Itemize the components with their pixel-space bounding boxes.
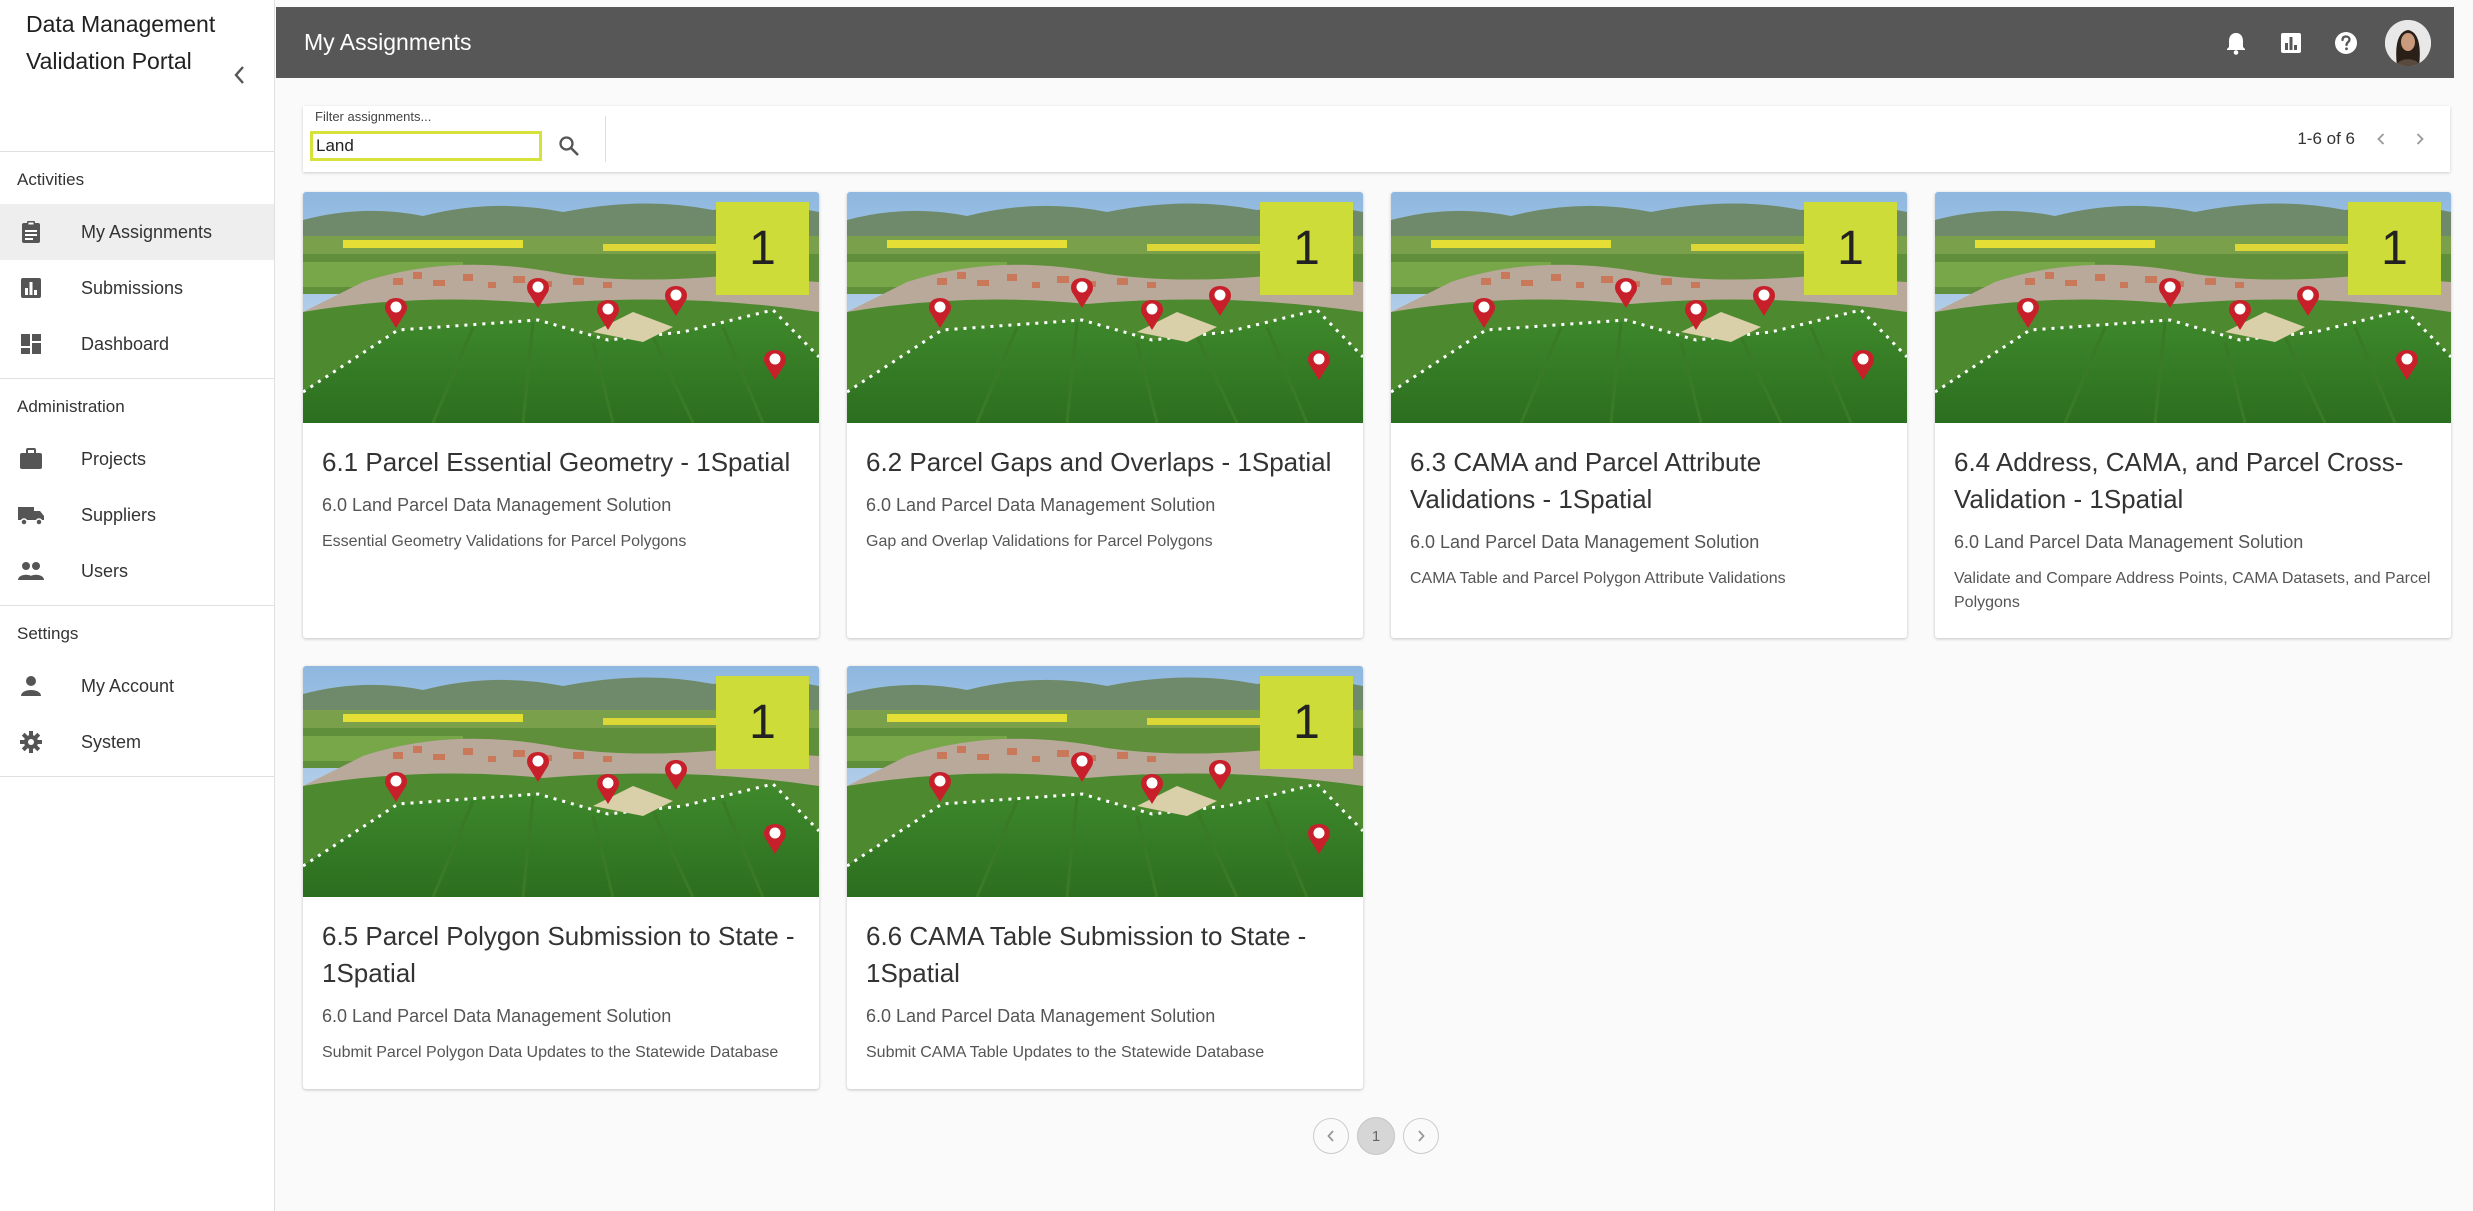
help-icon xyxy=(2335,31,2357,54)
sidebar-item-label: Dashboard xyxy=(81,333,170,354)
sidebar-item-system[interactable]: System xyxy=(0,714,274,770)
search-button[interactable] xyxy=(551,128,587,164)
brand-area: Data Management Validation Portal xyxy=(0,0,274,152)
sidebar-item-label: Users xyxy=(81,560,129,581)
top-bar-actions xyxy=(2218,7,2454,78)
chevron-right-icon xyxy=(1418,1130,1425,1142)
filter-bar: Filter assignments... 1-6 of 6 xyxy=(303,106,2450,172)
card-description: Submit CAMA Table Updates to the Statewi… xyxy=(866,1044,1265,1061)
bar-chart-icon xyxy=(2281,32,2301,53)
sidebar-item-label: Submissions xyxy=(81,277,184,298)
notifications-button[interactable] xyxy=(2218,25,2254,61)
assignment-card[interactable]: 1 6.6 CAMA Table Submission to State - 1… xyxy=(847,666,1363,1089)
bell-icon xyxy=(2227,32,2245,55)
assignment-card[interactable]: 1 6.1 Parcel Essential Geometry - 1Spati… xyxy=(303,192,819,638)
assignment-card[interactable]: 1 6.2 Parcel Gaps and Overlaps - 1Spatia… xyxy=(847,192,1363,638)
users-icon xyxy=(16,556,46,586)
card-image: 1 xyxy=(1935,192,2451,423)
dashboard-icon xyxy=(16,329,46,359)
sidebar-item-label: My Account xyxy=(81,675,175,696)
search-icon xyxy=(559,136,579,156)
count-badge: 1 xyxy=(2348,202,2441,295)
page-title: My Assignments xyxy=(304,29,472,55)
avatar-icon xyxy=(2385,19,2431,66)
sidebar: Data Management Validation Portal Activi… xyxy=(0,0,275,1211)
card-subtitle: 6.0 Land Parcel Data Management Solution xyxy=(1954,532,2304,552)
sidebar-item-dashboard[interactable]: Dashboard xyxy=(0,316,274,372)
card-title: 6.3 CAMA and Parcel Attribute Validation… xyxy=(1410,447,1762,514)
card-image: 1 xyxy=(1391,192,1907,423)
clipboard-icon xyxy=(16,217,46,247)
count-badge: 1 xyxy=(1804,202,1897,295)
card-image: 1 xyxy=(303,192,819,423)
reports-button[interactable] xyxy=(2273,25,2309,61)
card-title: 6.6 CAMA Table Submission to State - 1Sp… xyxy=(866,921,1307,988)
collapse-sidebar-button[interactable] xyxy=(226,64,252,90)
page-number-current[interactable]: 1 xyxy=(1357,1117,1395,1155)
sidebar-section-administration: Administration Projects Suppliers Users xyxy=(0,379,274,606)
card-subtitle: 6.0 Land Parcel Data Management Solution xyxy=(1410,532,1760,552)
sidebar-item-label: Projects xyxy=(81,448,147,469)
sidebar-section-activities: Activities My Assignments Submissions Da… xyxy=(0,152,274,379)
person-icon xyxy=(16,671,46,701)
divider xyxy=(605,116,606,162)
card-subtitle: 6.0 Land Parcel Data Management Solution xyxy=(866,1006,1216,1026)
previous-page-button[interactable] xyxy=(2368,126,2394,152)
app-title: Data Management Validation Portal xyxy=(26,11,216,74)
next-page-button[interactable] xyxy=(2407,126,2433,152)
count-badge: 1 xyxy=(1260,202,1353,295)
count-badge: 1 xyxy=(1260,676,1353,769)
chevron-left-icon xyxy=(234,66,244,84)
section-heading: Settings xyxy=(17,624,79,643)
pagination-range: 1-6 of 6 xyxy=(2297,129,2355,148)
card-description: Essential Geometry Validations for Parce… xyxy=(322,533,687,550)
card-image: 1 xyxy=(847,666,1363,897)
previous-page-button[interactable] xyxy=(1313,1118,1349,1154)
sidebar-item-projects[interactable]: Projects xyxy=(0,431,274,487)
next-page-button[interactable] xyxy=(1403,1118,1439,1154)
card-description: CAMA Table and Parcel Polygon Attribute … xyxy=(1410,570,1786,587)
section-heading: Activities xyxy=(17,170,85,189)
help-button[interactable] xyxy=(2328,25,2364,61)
filter-input[interactable] xyxy=(310,131,542,161)
card-image: 1 xyxy=(847,192,1363,423)
sidebar-item-suppliers[interactable]: Suppliers xyxy=(0,487,274,543)
card-subtitle: 6.0 Land Parcel Data Management Solution xyxy=(866,495,1216,515)
sidebar-item-label: Suppliers xyxy=(81,504,157,525)
bar-chart-icon xyxy=(16,273,46,303)
section-heading: Administration xyxy=(17,397,125,416)
card-title: 6.4 Address, CAMA, and Parcel Cross-Vali… xyxy=(1954,447,2404,514)
card-subtitle: 6.0 Land Parcel Data Management Solution xyxy=(322,1006,672,1026)
card-description: Submit Parcel Polygon Data Updates to th… xyxy=(322,1044,779,1061)
card-description: Gap and Overlap Validations for Parcel P… xyxy=(866,533,1213,550)
truck-icon xyxy=(16,500,46,530)
briefcase-icon xyxy=(16,444,46,474)
assignment-card[interactable]: 1 6.5 Parcel Polygon Submission to State… xyxy=(303,666,819,1089)
count-badge: 1 xyxy=(716,202,809,295)
card-subtitle: 6.0 Land Parcel Data Management Solution xyxy=(322,495,672,515)
sidebar-item-label: My Assignments xyxy=(81,221,213,242)
filter-label: Filter assignments... xyxy=(315,109,432,124)
sidebar-item-my-account[interactable]: My Account xyxy=(0,658,274,714)
chevron-right-icon xyxy=(2416,133,2424,145)
gear-icon xyxy=(16,727,46,757)
chevron-left-icon xyxy=(1327,1130,1334,1142)
assignment-card[interactable]: 1 6.4 Address, CAMA, and Parcel Cross-Va… xyxy=(1935,192,2451,638)
bottom-pagination: 1 xyxy=(1313,1117,1447,1155)
card-description: Validate and Compare Address Points, CAM… xyxy=(1954,570,2431,611)
count-badge: 1 xyxy=(716,676,809,769)
card-image: 1 xyxy=(303,666,819,897)
sidebar-item-users[interactable]: Users xyxy=(0,543,274,599)
sidebar-item-submissions[interactable]: Submissions xyxy=(0,260,274,316)
sidebar-item-my-assignments[interactable]: My Assignments xyxy=(0,204,274,260)
card-title: 6.1 Parcel Essential Geometry - 1Spatial xyxy=(322,447,791,477)
assignment-card[interactable]: 1 6.3 CAMA and Parcel Attribute Validati… xyxy=(1391,192,1907,638)
user-avatar[interactable] xyxy=(2385,19,2431,66)
sidebar-section-settings: Settings My Account System xyxy=(0,606,274,777)
top-bar: My Assignments xyxy=(276,7,2454,78)
chevron-left-icon xyxy=(2377,133,2385,145)
card-title: 6.5 Parcel Polygon Submission to State -… xyxy=(322,921,795,988)
sidebar-item-label: System xyxy=(81,731,142,752)
card-title: 6.2 Parcel Gaps and Overlaps - 1Spatial xyxy=(866,447,1332,477)
